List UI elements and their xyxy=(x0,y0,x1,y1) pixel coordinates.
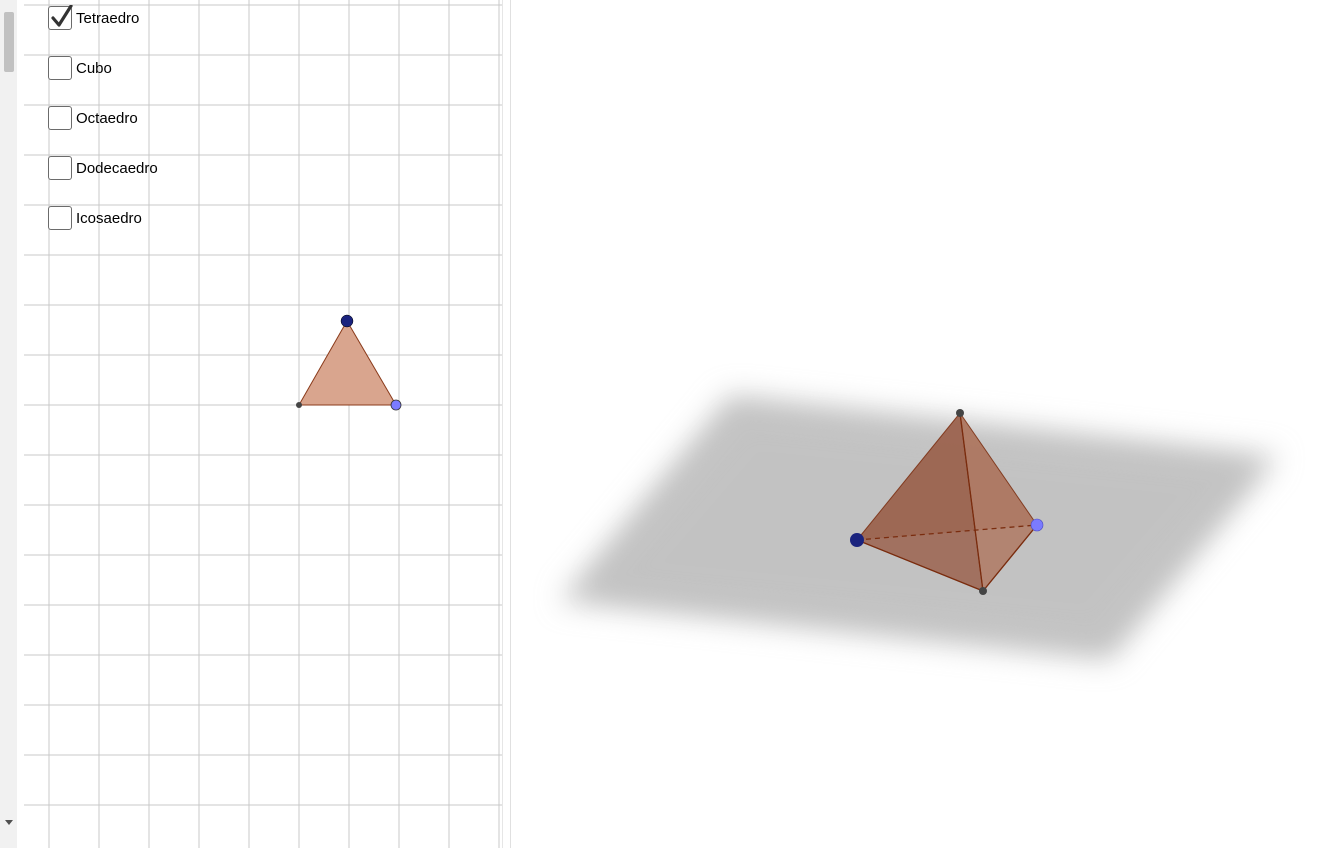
graphics-view-3d[interactable] xyxy=(511,0,1328,848)
checkbox-label: Icosaedro xyxy=(76,209,142,227)
checkbox-box[interactable] xyxy=(48,5,73,30)
left-scrollbar[interactable] xyxy=(0,0,17,848)
checkbox-octaedro[interactable]: Octaedro xyxy=(48,105,138,131)
point-3d-apex[interactable] xyxy=(956,409,964,417)
triangle-face[interactable] xyxy=(298,320,397,406)
checkbox-tetraedro[interactable]: Tetraedro xyxy=(48,5,139,31)
graphics-view-2d[interactable]: Tetraedro Cubo Octaedro Dodecaedro Icosaedro xyxy=(24,0,502,848)
point-3d-front[interactable] xyxy=(979,587,987,595)
checkbox-label: Tetraedro xyxy=(76,9,140,27)
scrollbar-thumb[interactable] xyxy=(4,12,14,72)
checkbox-label: Dodecaedro xyxy=(76,159,158,177)
checkbox-icosaedro[interactable]: Icosaedro xyxy=(48,205,142,231)
checkbox-box[interactable] xyxy=(48,106,72,130)
point-top[interactable] xyxy=(340,314,354,328)
checkbox-dodecaedro[interactable]: Dodecaedro xyxy=(48,155,158,181)
checkbox-label: Cubo xyxy=(76,59,112,77)
point-3d-left[interactable] xyxy=(850,533,864,547)
checkbox-box[interactable] xyxy=(48,206,72,230)
point-3d-right[interactable] xyxy=(1030,518,1044,532)
checkmark-icon xyxy=(51,5,73,27)
checkbox-cubo[interactable]: Cubo xyxy=(48,55,112,81)
checkbox-box[interactable] xyxy=(48,156,72,180)
checkbox-box[interactable] xyxy=(48,56,72,80)
point-left[interactable] xyxy=(296,402,302,408)
point-right[interactable] xyxy=(390,399,402,411)
scroll-down-arrow-icon[interactable] xyxy=(5,820,13,825)
scene-3d xyxy=(560,395,1278,660)
checkbox-label: Octaedro xyxy=(76,109,138,127)
panel-divider[interactable] xyxy=(502,0,511,848)
